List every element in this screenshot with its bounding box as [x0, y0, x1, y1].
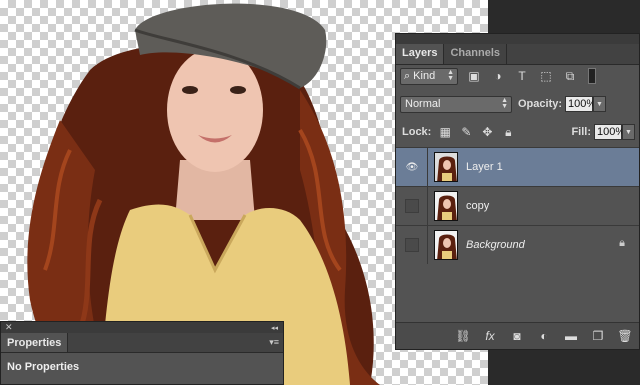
opacity-input[interactable]: 100%: [565, 96, 596, 112]
lock-transparent-icon[interactable]: ▦: [438, 125, 452, 139]
adjustment-filter-icon[interactable]: ◑: [490, 68, 506, 84]
fill-input[interactable]: 100%: [594, 124, 625, 140]
visibility-toggle[interactable]: [405, 199, 419, 213]
panel-title-bar[interactable]: [396, 34, 639, 44]
tab-layers[interactable]: Layers: [396, 44, 445, 64]
stepper-arrows-icon: ▲ ▼: [501, 97, 508, 110]
collapse-icon[interactable]: ◂◂: [271, 324, 278, 332]
tab-channels[interactable]: Channels: [444, 44, 507, 64]
image-filter-icon[interactable]: ▣: [466, 68, 482, 84]
opacity-dropdown[interactable]: ▼: [593, 96, 607, 112]
lock-position-icon[interactable]: ✥: [480, 125, 494, 139]
close-icon[interactable]: ✕: [5, 322, 13, 333]
type-filter-icon[interactable]: T: [514, 68, 530, 84]
layer-name[interactable]: Background: [466, 239, 525, 251]
smart-object-filter-icon[interactable]: ⧉: [562, 68, 578, 84]
layer-name[interactable]: Layer 1: [466, 161, 503, 173]
link-layers-icon[interactable]: ⛓: [455, 328, 471, 344]
lock-icon: 🔒︎: [619, 237, 625, 249]
tab-properties[interactable]: Properties: [1, 333, 69, 352]
lock-row: Lock: ▦ ✎ ✥ 🔒︎ Fill: 100% ▼: [400, 123, 635, 141]
stepper-arrows-icon: ▲ ▼: [447, 69, 454, 82]
layer-filter-row: ⌕ Kind ▲ ▼ ▣ ◑ T ⬚ ⧉: [400, 66, 635, 86]
fill-label: Fill:: [571, 126, 591, 138]
layer-row-background[interactable]: Background 🔒︎: [396, 225, 639, 264]
layer-thumbnail: [434, 152, 458, 182]
visibility-toggle[interactable]: [405, 238, 419, 252]
blend-row: Normal ▲ ▼ Opacity: 100% ▼: [400, 95, 635, 113]
layers-panel-tabs: Layers Channels: [396, 44, 639, 65]
layers-bottom-bar: ⛓ fx ◙ ◐ ▬ ❐ 🗑︎: [396, 322, 639, 349]
filter-kind-label: Kind: [413, 70, 436, 82]
trash-icon[interactable]: 🗑︎: [617, 328, 633, 344]
adjustment-layer-icon[interactable]: ◐: [536, 328, 552, 344]
add-mask-icon[interactable]: ◙: [509, 328, 525, 344]
blend-mode-label: Normal: [405, 98, 441, 110]
properties-panel: ✕ ◂◂ Properties ▾≡ No Properties: [0, 321, 284, 385]
filter-kind-select[interactable]: ⌕ Kind ▲ ▼: [400, 67, 458, 85]
layer-row-layer-1[interactable]: 👁︎ Layer 1: [396, 147, 639, 186]
filter-toggle[interactable]: [588, 68, 596, 84]
fill-dropdown[interactable]: ▼: [622, 124, 635, 140]
layer-thumbnail: [434, 230, 458, 260]
layer-thumbnail: [434, 191, 458, 221]
layer-row-copy[interactable]: copy: [396, 186, 639, 225]
lock-label: Lock:: [402, 126, 432, 138]
layer-list: 👁︎ Layer 1 copy Background 🔒︎: [396, 147, 639, 264]
blend-mode-select[interactable]: Normal ▲ ▼: [400, 95, 512, 113]
search-icon: ⌕: [404, 69, 411, 82]
properties-tabs: Properties ▾≡: [1, 333, 283, 353]
new-group-icon[interactable]: ▬: [563, 328, 579, 344]
layers-panel: Layers Channels ⌕ Kind ▲ ▼ ▣ ◑ T ⬚ ⧉ Norm…: [395, 33, 640, 350]
panel-menu-icon[interactable]: ▾≡: [269, 337, 279, 348]
lock-image-icon[interactable]: ✎: [459, 125, 473, 139]
layer-name[interactable]: copy: [466, 200, 489, 212]
new-layer-icon[interactable]: ❐: [590, 328, 606, 344]
opacity-label: Opacity:: [518, 98, 563, 110]
panel-title-bar[interactable]: ✕ ◂◂: [1, 322, 283, 333]
fx-icon[interactable]: fx: [482, 328, 498, 344]
lock-all-icon[interactable]: 🔒︎: [501, 125, 515, 139]
eye-icon[interactable]: 👁︎: [405, 160, 419, 174]
shape-filter-icon[interactable]: ⬚: [538, 68, 554, 84]
properties-body-text: No Properties: [7, 361, 80, 373]
